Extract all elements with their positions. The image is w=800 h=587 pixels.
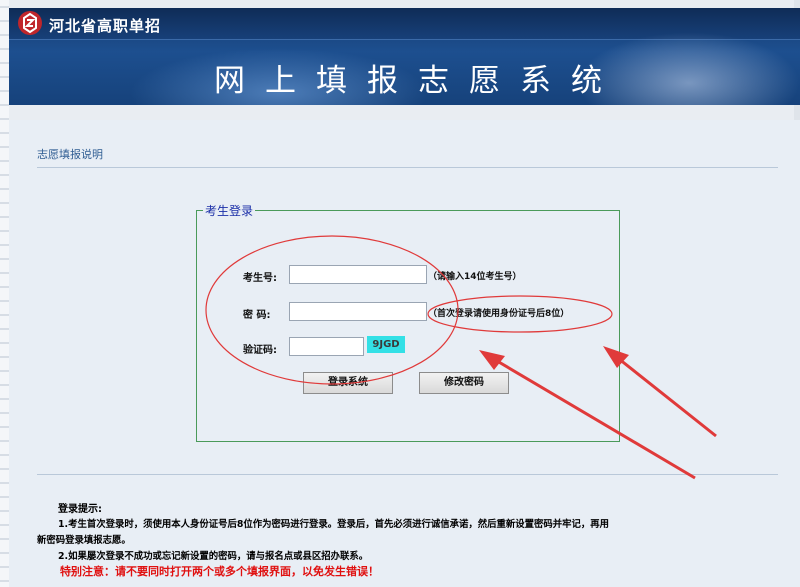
torn-edge-left [0,0,9,587]
password-input[interactable] [289,302,427,321]
panel-divider-top [37,167,778,168]
exam-number-hint: （请输入14位考生号） [428,272,522,282]
exam-number-label: 考生号: [243,273,277,284]
login-fieldset: 考生登录 [196,202,620,442]
login-legend: 考生登录 [203,202,256,219]
change-password-button[interactable]: 修改密码 [419,372,509,394]
tips-title: 登录提示: [58,504,102,515]
hebei-logo-icon [18,11,42,35]
captcha-label: 验证码: [243,345,277,356]
tip-line-2: 2.如果屡次登录不成功或忘记新设置的密码，请与报名点或县区招办联系。 [58,551,369,562]
panel-divider-bottom [37,474,778,475]
login-button[interactable]: 登录系统 [303,372,393,394]
captcha-image[interactable]: 9JGD [367,336,405,353]
tip-line-1-continued: 新密码登录填报志愿。 [37,535,131,546]
panel-heading: 志愿填报说明 [37,148,103,161]
exam-number-input[interactable] [289,265,427,284]
password-hint: （首次登录请使用身份证号后8位） [428,309,570,319]
warning-notice: 特别注意：请不要同时打开两个或多个填报界面，以免发生错误！ [60,565,379,578]
password-label: 密 码: [243,310,271,321]
tip-line-1: 1.考生首次登录时，须使用本人身份证号后8位作为密码进行登录。登录后，首先必须进… [58,519,609,530]
header-banner: 河北省高职单招 网上填报志愿系统 [9,8,800,105]
system-title: 网上填报志愿系统 [214,63,622,99]
site-name: 河北省高职单招 [49,17,162,35]
captcha-input[interactable] [289,337,364,356]
